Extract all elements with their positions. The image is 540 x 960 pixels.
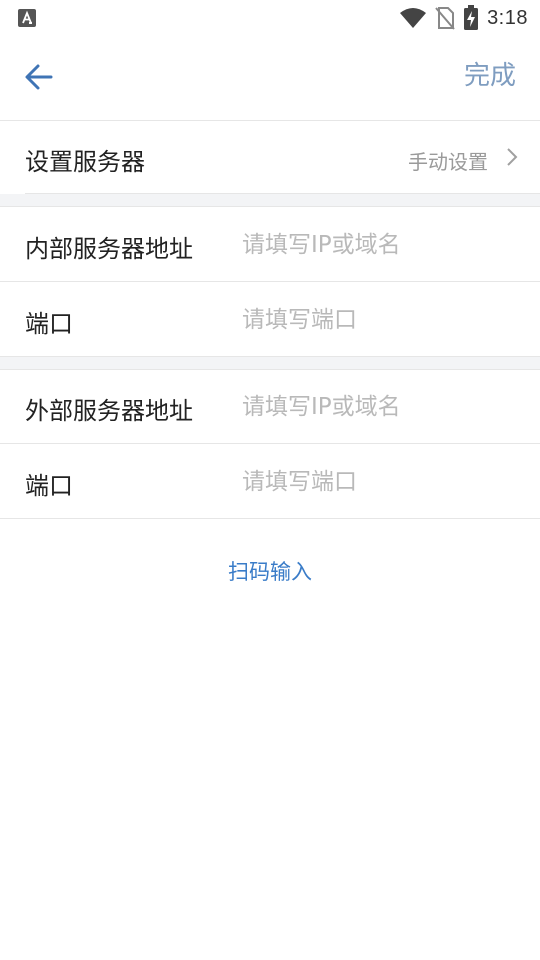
section-gap	[0, 194, 540, 206]
divider	[0, 518, 540, 519]
done-button[interactable]: 完成	[464, 56, 516, 96]
internal-address-row: 内部服务器地址	[0, 207, 540, 281]
internal-port-input[interactable]	[242, 304, 512, 336]
internal-port-row: 端口	[0, 282, 540, 356]
battery-charging-icon	[464, 5, 479, 30]
external-port-row: 端口	[0, 444, 540, 518]
server-settings-screen: 3:18 完成 设置服务器 手动设置 内部服务器地址 端口 外部服	[0, 0, 540, 960]
back-button[interactable]	[18, 56, 60, 98]
chevron-right-icon	[507, 148, 518, 166]
external-port-input[interactable]	[242, 466, 512, 498]
section-gap	[0, 357, 540, 369]
status-bar: 3:18	[0, 0, 540, 36]
external-address-input[interactable]	[242, 391, 512, 423]
internal-address-input[interactable]	[242, 229, 512, 261]
header-bar: 完成	[0, 36, 540, 120]
internal-address-label: 内部服务器地址	[25, 235, 193, 263]
scan-input-link[interactable]: 扫码输入	[0, 556, 540, 588]
internal-port-label: 端口	[25, 310, 73, 338]
external-address-label: 外部服务器地址	[25, 397, 193, 425]
server-setting-value: 手动设置	[408, 150, 488, 174]
server-setting-label: 设置服务器	[25, 148, 145, 176]
external-port-label: 端口	[25, 472, 73, 500]
status-icons: 3:18	[399, 0, 528, 36]
server-setting-row[interactable]: 设置服务器 手动设置	[0, 121, 540, 193]
no-sim-icon	[435, 7, 455, 30]
status-time: 3:18	[487, 6, 528, 29]
arrow-left-icon	[25, 64, 53, 90]
a-notification-icon	[18, 9, 36, 27]
external-address-row: 外部服务器地址	[0, 370, 540, 443]
wifi-icon	[400, 8, 427, 28]
